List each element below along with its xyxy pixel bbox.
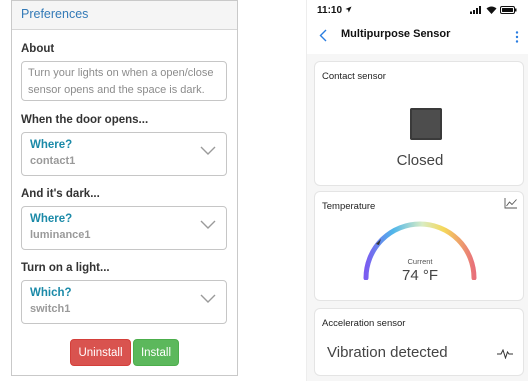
preferences-panel: Preferences About Turn your lights on wh… (11, 0, 238, 376)
status-time-text: 11:10 (317, 5, 343, 16)
door-icon (410, 108, 442, 140)
select-value: luminance1 (30, 229, 91, 241)
contact-sensor-card[interactable]: Contact sensor Closed (314, 61, 524, 186)
current-label: Current (407, 257, 433, 266)
about-description: Turn your lights on when a open/close se… (21, 61, 227, 101)
dark-luminance-select[interactable]: Where? luminance1 (21, 206, 227, 250)
select-title: Where? (30, 213, 73, 225)
line-chart-icon[interactable] (504, 197, 518, 209)
chevron-down-icon (200, 220, 216, 229)
light-section-label: Turn on a light... (21, 262, 110, 274)
select-value: switch1 (30, 303, 71, 315)
temperature-label: Temperature (322, 201, 376, 212)
install-button[interactable]: Install (133, 339, 179, 366)
device-title: Multipurpose Sensor (341, 28, 451, 40)
status-time: 11:10 (317, 5, 352, 16)
preferences-header: Preferences (12, 1, 237, 30)
uninstall-button[interactable]: Uninstall (70, 339, 131, 366)
door-section-label: When the door opens... (21, 114, 149, 126)
status-bar: 11:10 (307, 0, 528, 22)
dark-section-label: And it's dark... (21, 188, 100, 200)
chevron-down-icon (200, 146, 216, 155)
wifi-icon (486, 6, 497, 14)
pulse-icon (497, 349, 513, 359)
back-arrow-icon[interactable] (319, 29, 327, 42)
light-switch-select[interactable]: Which? switch1 (21, 280, 227, 324)
select-title: Which? (30, 287, 72, 299)
temperature-value: 74 °F (401, 267, 438, 284)
temperature-card[interactable]: Temperature Current 74 °F (314, 191, 524, 301)
phone-screen: 11:10 Multipurpose Sensor Contact sensor… (306, 0, 528, 381)
signal-icon (470, 6, 482, 14)
battery-icon (500, 6, 517, 14)
contact-state: Closed (396, 152, 444, 169)
chevron-down-icon (200, 294, 216, 303)
acceleration-sensor-card[interactable]: Acceleration sensor Vibration detected (314, 308, 524, 376)
acceleration-sensor-label: Acceleration sensor (322, 318, 406, 329)
door-contact-select[interactable]: Where? contact1 (21, 132, 227, 176)
select-value: contact1 (30, 155, 76, 167)
contact-sensor-label: Contact sensor (322, 71, 386, 82)
more-vertical-icon[interactable] (515, 31, 519, 43)
status-icons (470, 6, 517, 17)
app-header: Multipurpose Sensor (307, 22, 528, 54)
select-title: Where? (30, 139, 73, 151)
about-label: About (21, 43, 55, 55)
acceleration-state: Vibration detected (327, 344, 448, 361)
location-arrow-icon (345, 6, 352, 13)
